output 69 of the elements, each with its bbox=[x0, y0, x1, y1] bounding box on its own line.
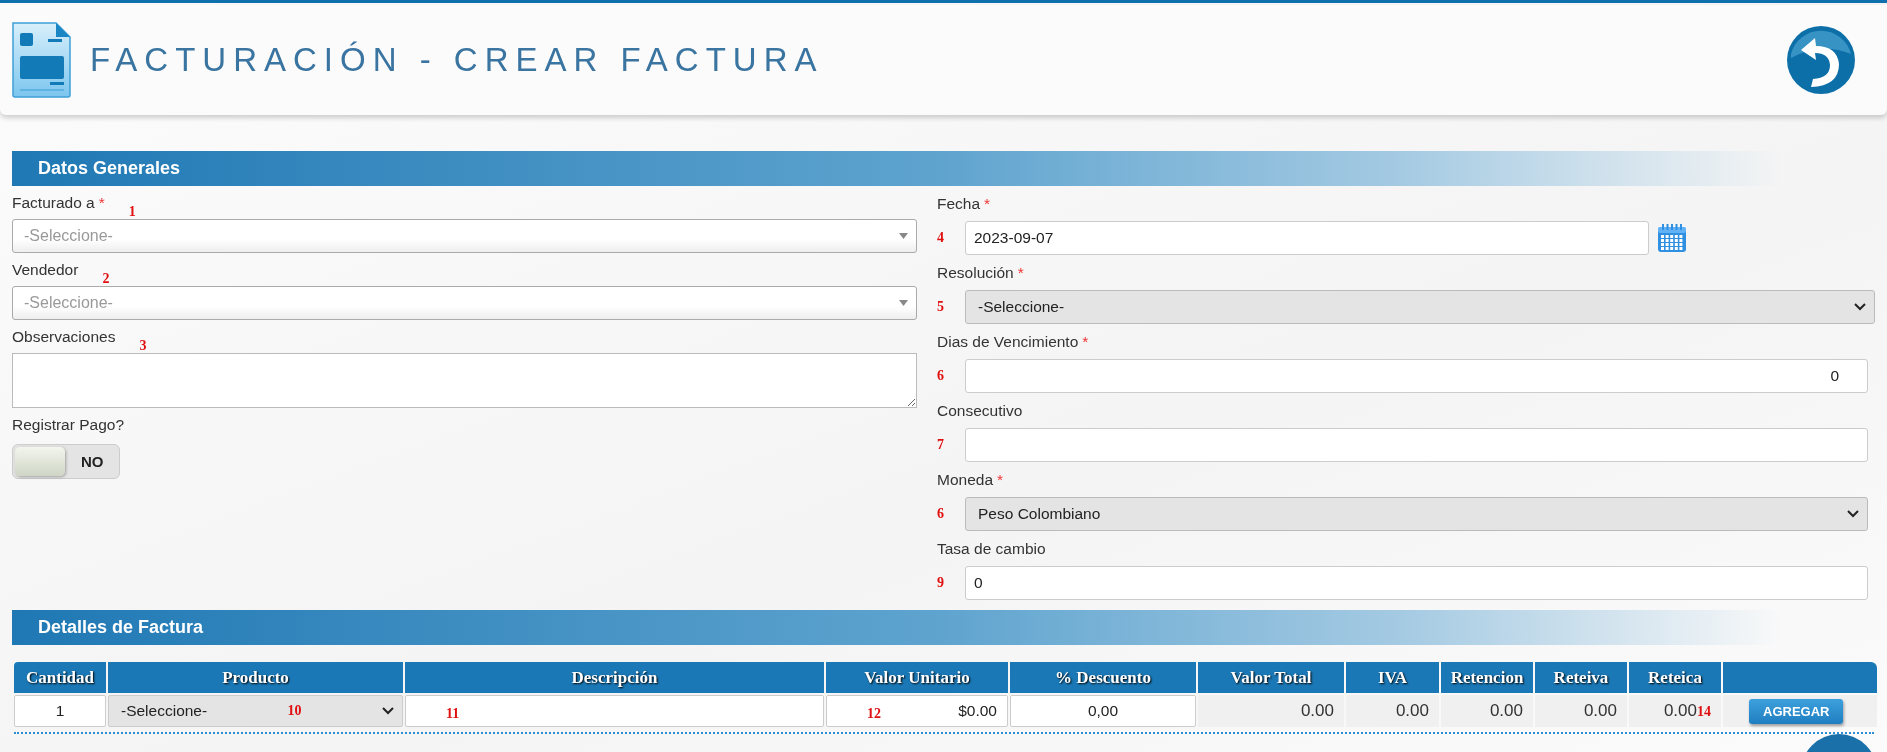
annotation-number: 11 bbox=[446, 706, 460, 722]
invoice-icon bbox=[10, 21, 72, 99]
table-cell: 0.00 bbox=[1395, 701, 1429, 720]
toggle-switch[interactable]: NO bbox=[12, 444, 120, 479]
table-cell: 0.00 bbox=[1489, 701, 1523, 720]
annotation-number: 7 bbox=[937, 437, 945, 453]
annotation-number: 5 bbox=[937, 299, 945, 315]
section-title: Detalles de Factura bbox=[38, 617, 204, 638]
calendar-icon[interactable] bbox=[1657, 223, 1687, 253]
column-header: Valor Unitario bbox=[826, 662, 1008, 693]
field-label: Registrar Pago? bbox=[12, 416, 124, 434]
date-field[interactable]: 2023-09-07 bbox=[965, 221, 1649, 255]
column-header: Producto bbox=[108, 662, 403, 693]
text-area[interactable] bbox=[12, 353, 917, 408]
annotation-number: 3 bbox=[139, 338, 147, 354]
column-header: Retencion bbox=[1441, 662, 1533, 693]
annotation-number: 12 bbox=[867, 706, 881, 722]
annotation-number: 6 bbox=[937, 506, 945, 522]
field-label: Vendedor bbox=[12, 261, 79, 279]
required-mark: * bbox=[98, 194, 105, 212]
column-header: Reteiva bbox=[1535, 662, 1627, 693]
field-label: Dias de Vencimiento bbox=[937, 333, 1079, 351]
back-button[interactable] bbox=[1785, 24, 1857, 96]
required-mark: * bbox=[984, 195, 991, 213]
add-button[interactable]: AGREGAR bbox=[1749, 698, 1844, 724]
table-cell: 0.00 bbox=[1663, 701, 1697, 720]
required-mark: * bbox=[997, 471, 1004, 489]
required-mark: * bbox=[1017, 264, 1024, 282]
column-header: Descripción bbox=[405, 662, 824, 693]
column-header: % Descuento bbox=[1010, 662, 1196, 693]
dropdown-field[interactable]: -Seleccione- bbox=[965, 290, 1875, 324]
annotation-number: 9 bbox=[937, 575, 945, 591]
input-field[interactable]: 0 bbox=[965, 359, 1868, 393]
annotation-number: 4 bbox=[937, 230, 945, 246]
field-label: Resolución bbox=[937, 264, 1014, 282]
caret-icon bbox=[899, 300, 908, 306]
field-label: Moneda bbox=[937, 471, 993, 489]
caret-icon bbox=[899, 233, 908, 239]
field-label: Consecutivo bbox=[937, 402, 1023, 420]
annotation-number: 10 bbox=[287, 703, 302, 719]
dropdown-field[interactable]: -Seleccione- 10 bbox=[108, 695, 403, 727]
annotation-number: 1 bbox=[128, 204, 136, 220]
table-cell: 0.00 bbox=[1300, 701, 1334, 720]
annotation-number: 14 bbox=[1697, 704, 1711, 719]
required-mark: * bbox=[1082, 333, 1089, 351]
field-label: Fecha bbox=[937, 195, 981, 213]
input-field[interactable]: 0,00 bbox=[1010, 695, 1196, 727]
chevron-icon bbox=[382, 707, 394, 715]
chevron-icon bbox=[1847, 510, 1859, 518]
annotation-number: 6 bbox=[937, 368, 945, 384]
input-field[interactable] bbox=[965, 428, 1868, 462]
column-header: Valor Total bbox=[1198, 662, 1344, 693]
column-header: IVA bbox=[1346, 662, 1439, 693]
input-field[interactable]: 11 bbox=[405, 695, 824, 727]
field-label: Tasa de cambio bbox=[937, 540, 1046, 558]
input-field[interactable]: 1 bbox=[14, 695, 106, 727]
section-title: Datos Generales bbox=[38, 158, 181, 179]
page-title: FACTURACIÓN - CREAR FACTURA bbox=[90, 41, 825, 79]
table-cell: 0.00 bbox=[1583, 701, 1617, 720]
input-field[interactable]: 0 bbox=[965, 566, 1868, 600]
dropdown-field[interactable]: Peso Colombiano bbox=[965, 497, 1868, 531]
chevron-icon bbox=[1854, 303, 1866, 311]
field-label: Observaciones bbox=[12, 328, 116, 346]
column-header: Reteica bbox=[1629, 662, 1721, 693]
column-header: Cantidad bbox=[14, 662, 106, 693]
annotation-number: 2 bbox=[102, 271, 110, 287]
field-label: Facturado a bbox=[12, 194, 95, 212]
toggle-knob bbox=[15, 447, 65, 476]
input-field[interactable]: 12 $0.00 bbox=[826, 695, 1008, 727]
